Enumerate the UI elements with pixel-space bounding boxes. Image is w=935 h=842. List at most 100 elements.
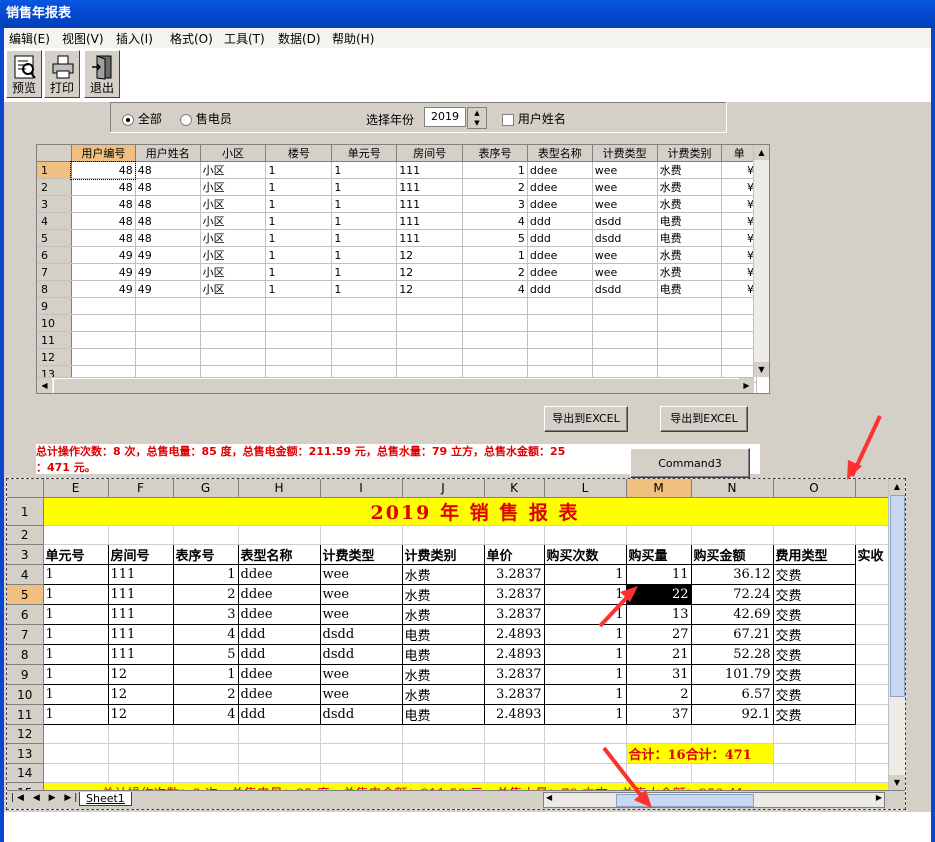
grid-cell[interactable]: 49: [71, 246, 136, 264]
grid-cell[interactable]: 1: [462, 246, 528, 264]
grid-cell[interactable]: 2: [462, 263, 528, 281]
excel-cell[interactable]: ddee: [237, 604, 321, 625]
excel-col-header[interactable]: H: [238, 479, 321, 498]
grid-cell[interactable]: 小区: [200, 263, 267, 281]
excel-header-cell[interactable]: 表序号: [172, 544, 239, 565]
menu-format[interactable]: 格式(O): [170, 30, 213, 47]
grid-row[interactable]: 4 48 48 小区 1 1 111 4 ddd dsdd 电费 ¥: [37, 212, 757, 230]
excel-cell[interactable]: ddd: [237, 644, 321, 665]
grid-cell[interactable]: ddee: [527, 178, 593, 196]
grid-cell[interactable]: 4: [462, 280, 528, 298]
grid-row-header[interactable]: 2: [37, 178, 72, 196]
grid-cell[interactable]: [71, 314, 136, 332]
excel-cell[interactable]: wee: [319, 584, 403, 605]
excel-cell[interactable]: ddd: [237, 624, 321, 645]
excel-cell[interactable]: 111: [107, 624, 174, 645]
excel-row-number[interactable]: 6: [7, 604, 44, 625]
grid-cell[interactable]: [396, 331, 464, 349]
print-button[interactable]: 打印: [44, 50, 80, 98]
grid-cell[interactable]: 电费: [657, 229, 723, 247]
grid-row[interactable]: 1 48 48 小区 1 1 111 1 ddee wee 水费 ¥: [37, 160, 757, 180]
excel-cell[interactable]: 3.2837: [483, 584, 545, 605]
excel-cell[interactable]: [173, 724, 239, 744]
grid-cell[interactable]: 49: [135, 246, 201, 264]
grid-cell[interactable]: 111: [396, 161, 464, 179]
excel-cell[interactable]: [320, 724, 403, 744]
excel-cell[interactable]: [238, 743, 321, 764]
grid-cell[interactable]: ¥: [721, 195, 757, 213]
scroll-down-icon[interactable]: ▼: [754, 362, 769, 377]
grid-cell[interactable]: [462, 297, 528, 315]
grid-row[interactable]: 11: [37, 331, 757, 349]
excel-cell[interactable]: [238, 763, 321, 783]
excel-cell[interactable]: 111: [107, 644, 174, 665]
year-spinner[interactable]: ▲ ▼: [467, 107, 487, 129]
excel-row-number[interactable]: 12: [7, 724, 44, 744]
excel-cell[interactable]: 1: [42, 564, 109, 585]
grid-row[interactable]: 5 48 48 小区 1 1 111 5 ddd dsdd 电费 ¥: [37, 229, 757, 247]
grid-row[interactable]: 8 49 49 小区 1 1 12 4 ddd dsdd 电费 ¥: [37, 280, 757, 298]
sheet-nav-arrows[interactable]: |◀ ◀ ▶ ▶|: [11, 793, 80, 803]
grid-cell[interactable]: [592, 314, 658, 332]
excel-row-number[interactable]: 1: [7, 497, 44, 526]
grid-header-cell[interactable]: 用户姓名: [135, 145, 201, 162]
grid-cell[interactable]: 1: [265, 280, 333, 298]
grid-row-header[interactable]: 8: [37, 280, 72, 298]
menu-insert[interactable]: 插入(I): [116, 30, 153, 47]
grid-cell[interactable]: 水费: [657, 178, 723, 196]
excel-cell[interactable]: 1: [42, 624, 109, 645]
menu-help[interactable]: 帮助(H): [332, 30, 374, 47]
excel-cell[interactable]: 1: [42, 704, 109, 725]
grid-cell[interactable]: [331, 348, 398, 366]
grid-cell[interactable]: 48: [135, 229, 201, 247]
excel-header-cell[interactable]: 单元号: [42, 544, 109, 565]
excel-cell[interactable]: [238, 525, 321, 545]
excel-cell[interactable]: [43, 743, 109, 764]
excel-cell[interactable]: [484, 525, 545, 545]
grid-cell[interactable]: 49: [135, 263, 201, 281]
excel-header-cell[interactable]: 表型名称: [237, 544, 321, 565]
grid-row-header[interactable]: 12: [37, 348, 72, 366]
excel-cell[interactable]: dsdd: [319, 624, 403, 645]
grid-cell[interactable]: [265, 314, 333, 332]
excel-cell[interactable]: 12: [107, 684, 174, 705]
grid-cell[interactable]: 1: [462, 161, 528, 179]
grid-cell[interactable]: ddee: [527, 161, 593, 179]
grid-cell[interactable]: [265, 348, 333, 366]
grid-cell[interactable]: 水费: [657, 161, 723, 179]
excel-row-number[interactable]: 13: [7, 743, 44, 764]
grid-cell[interactable]: 49: [71, 280, 136, 298]
menu-tools[interactable]: 工具(T): [224, 30, 265, 47]
grid-cell[interactable]: 水费: [657, 246, 723, 264]
grid-cell[interactable]: ddee: [527, 246, 593, 264]
grid-row[interactable]: 2 48 48 小区 1 1 111 2 ddee wee 水费 ¥: [37, 178, 757, 196]
excel-vscroll-thumb[interactable]: [890, 495, 905, 697]
excel-cell[interactable]: ddee: [237, 584, 321, 605]
grid-cell[interactable]: 小区: [200, 178, 267, 196]
grid-cell[interactable]: [721, 348, 757, 366]
username-checkbox[interactable]: 用户姓名: [502, 110, 566, 127]
excel-cell[interactable]: [402, 724, 485, 744]
excel-vertical-scrollbar[interactable]: ▲ ▼: [888, 479, 905, 791]
grid-cell[interactable]: 1: [265, 263, 333, 281]
grid-header-cell[interactable]: 小区: [200, 145, 267, 162]
excel-col-header[interactable]: K: [484, 479, 545, 498]
grid-cell[interactable]: 1: [265, 161, 333, 179]
excel-cell[interactable]: ddd: [237, 704, 321, 725]
excel-cell[interactable]: 3: [172, 604, 239, 625]
grid-header-cell[interactable]: 计费类型: [592, 145, 658, 162]
scroll-right-icon[interactable]: ▶: [739, 378, 754, 393]
grid-cell[interactable]: ¥: [721, 178, 757, 196]
scroll-up-icon[interactable]: ▲: [754, 145, 769, 160]
grid-cell[interactable]: [200, 314, 267, 332]
excel-cell[interactable]: [320, 525, 403, 545]
excel-cell[interactable]: 1: [42, 684, 109, 705]
excel-cell[interactable]: [43, 724, 109, 744]
excel-header-cell[interactable]: 计费类型: [319, 544, 403, 565]
excel-cell[interactable]: 水费: [401, 584, 485, 605]
grid-cell[interactable]: [200, 348, 267, 366]
excel-cell[interactable]: 4: [172, 624, 239, 645]
grid-cell[interactable]: ddd: [527, 229, 593, 247]
grid-cell[interactable]: 49: [71, 263, 136, 281]
grid-cell[interactable]: 5: [462, 229, 528, 247]
